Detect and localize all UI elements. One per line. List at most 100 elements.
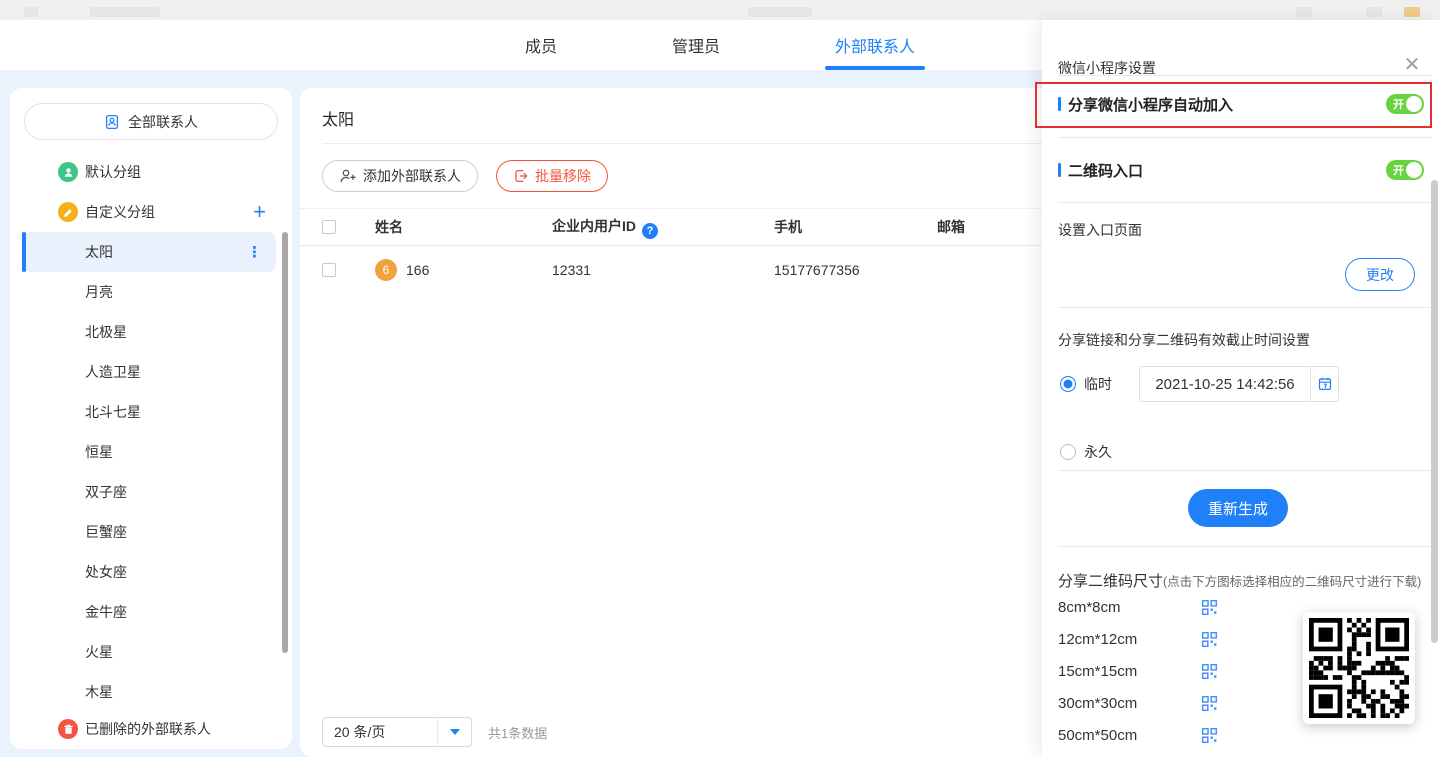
deleted-contacts-label: 已删除的外部联系人 [85, 719, 211, 739]
add-external-contact-button[interactable]: 添加外部联系人 [322, 160, 478, 192]
divider [1058, 307, 1432, 308]
background-ghost-text [90, 7, 160, 17]
header-user-id: 企业内用户ID? [552, 216, 774, 239]
table-header-row: 姓名 企业内用户ID? 手机 邮箱 [300, 208, 1055, 246]
sidebar-item-default-group[interactable]: 默认分组 [10, 152, 292, 192]
qr-download-icon[interactable] [1201, 727, 1218, 744]
qr-download-icon[interactable] [1201, 695, 1218, 712]
sidebar-group-item[interactable]: 北极星 [22, 312, 276, 352]
sidebar-group-item[interactable]: 月亮 [22, 272, 276, 312]
background-ghost-text [748, 7, 812, 17]
permanent-option-row: 永久 [1060, 440, 1112, 464]
qr-size-row: 50cm*50cm [1058, 719, 1218, 751]
group-label: 北极星 [85, 322, 127, 342]
background-ghost-icon [1366, 7, 1382, 17]
sidebar-item-custom-group[interactable]: 自定义分组 + [10, 192, 292, 232]
entry-page-label: 设置入口页面 [1058, 220, 1142, 240]
sidebar-group-item[interactable]: 巨蟹座 [22, 512, 276, 552]
all-contacts-button[interactable]: 全部联系人 [24, 103, 278, 140]
change-button[interactable]: 更改 [1345, 258, 1415, 291]
regenerate-button[interactable]: 重新生成 [1188, 489, 1288, 527]
group-list: 默认分组 自定义分组 + 太阳 ⋮ 月亮 北极星 人造卫星 北斗七星 恒星 双子… [10, 152, 292, 746]
custom-group-label: 自定义分组 [85, 202, 155, 222]
row-checkbox[interactable] [322, 263, 336, 277]
sidebar-item-deleted-contacts[interactable]: 已删除的外部联系人 [10, 712, 292, 746]
group-label: 金牛座 [85, 602, 127, 622]
group-more-icon[interactable]: ⋮ [247, 243, 262, 261]
sidebar-group-item[interactable]: 人造卫星 [22, 352, 276, 392]
sidebar-group-item-selected[interactable]: 太阳 ⋮ [22, 232, 276, 272]
group-label: 月亮 [85, 282, 113, 302]
toggle-on-label: 开 [1393, 162, 1404, 178]
qr-download-icon[interactable] [1201, 631, 1218, 648]
divider [1058, 137, 1432, 138]
page-size-select[interactable]: 20 条/页 [322, 717, 472, 747]
toggle-knob [1406, 96, 1422, 112]
validity-label: 分享链接和分享二维码有效截止时间设置 [1058, 330, 1310, 350]
section-accent-bar [1058, 163, 1061, 177]
section-accent-bar [1058, 97, 1061, 111]
datetime-value[interactable]: 2021-10-25 14:42:56 [1140, 367, 1310, 401]
tab-admins[interactable]: 管理员 [662, 20, 730, 70]
radio-permanent[interactable] [1060, 444, 1076, 460]
drawer-scrollbar[interactable] [1431, 180, 1438, 643]
qr-entry-label: 二维码入口 [1068, 160, 1143, 181]
qr-size-row: 15cm*15cm [1058, 655, 1218, 687]
divider [1058, 75, 1432, 76]
qr-size-label: 30cm*30cm [1058, 695, 1137, 712]
temporary-option-row: 临时 2021-10-25 14:42:56 [1060, 366, 1339, 402]
miniprogram-settings-drawer: 微信小程序设置 ✕ 分享微信小程序自动加入 开 二维码入口 开 设置入口页面 更… [1042, 20, 1440, 757]
calendar-icon[interactable] [1310, 367, 1338, 401]
qr-size-title: 分享二维码尺寸(点击下方图标选择相应的二维码尺寸进行下载) [1058, 570, 1421, 591]
qr-download-icon[interactable] [1201, 599, 1218, 616]
contacts-book-icon [104, 114, 120, 130]
sidebar-group-item[interactable]: 木星 [22, 672, 276, 712]
auto-join-row: 分享微信小程序自动加入 开 [1058, 82, 1424, 126]
close-icon[interactable]: ✕ [1400, 52, 1424, 76]
sidebar-group-item[interactable]: 金牛座 [22, 592, 276, 632]
avatar: 6 [375, 259, 397, 281]
help-icon[interactable]: ? [642, 223, 658, 239]
trash-icon [58, 719, 78, 739]
sidebar-group-item[interactable]: 火星 [22, 632, 276, 672]
sidebar-group-item[interactable]: 双子座 [22, 472, 276, 512]
toggle-knob [1406, 162, 1422, 178]
auto-join-toggle[interactable]: 开 [1386, 94, 1424, 114]
chevron-down-icon [450, 729, 460, 735]
add-contact-label: 添加外部联系人 [363, 166, 461, 186]
contact-name-cell: 6 166 [375, 259, 552, 281]
page-title: 太阳 [322, 106, 354, 130]
tab-external-contacts[interactable]: 外部联系人 [825, 20, 925, 70]
qr-entry-toggle[interactable]: 开 [1386, 160, 1424, 180]
background-ghost-icon [1296, 7, 1312, 17]
batch-remove-label: 批量移除 [535, 166, 591, 186]
group-label: 火星 [85, 642, 113, 662]
sidebar-group-item[interactable]: 北斗七星 [22, 392, 276, 432]
person-add-icon [339, 168, 357, 184]
group-label: 恒星 [85, 442, 113, 462]
qr-size-label: 8cm*8cm [1058, 599, 1121, 616]
sidebar-scrollbar[interactable] [282, 232, 288, 653]
radio-temporary[interactable] [1060, 376, 1076, 392]
group-label: 处女座 [85, 562, 127, 582]
selected-accent-bar [22, 232, 26, 272]
person-icon [58, 162, 78, 182]
sidebar-group-item[interactable]: 处女座 [22, 552, 276, 592]
group-label: 人造卫星 [85, 362, 141, 382]
header-name: 姓名 [375, 217, 552, 237]
group-label: 太阳 [85, 242, 113, 262]
auto-join-label: 分享微信小程序自动加入 [1068, 94, 1233, 115]
qr-size-label: 12cm*12cm [1058, 631, 1137, 648]
sidebar-group-item[interactable]: 恒星 [22, 432, 276, 472]
qr-size-label: 50cm*50cm [1058, 727, 1137, 744]
add-group-icon[interactable]: + [253, 201, 266, 223]
qr-size-label: 15cm*15cm [1058, 663, 1137, 680]
qr-download-icon[interactable] [1201, 663, 1218, 680]
group-label: 木星 [85, 682, 113, 702]
select-all-checkbox[interactable] [322, 220, 336, 234]
table-row[interactable]: 6 166 12331 15177677356 [300, 246, 1055, 294]
tab-members[interactable]: 成员 [515, 20, 567, 70]
batch-remove-button[interactable]: 批量移除 [496, 160, 608, 192]
total-count-label: 共1条数据 [488, 723, 547, 742]
background-ghost-icon [1404, 7, 1420, 17]
